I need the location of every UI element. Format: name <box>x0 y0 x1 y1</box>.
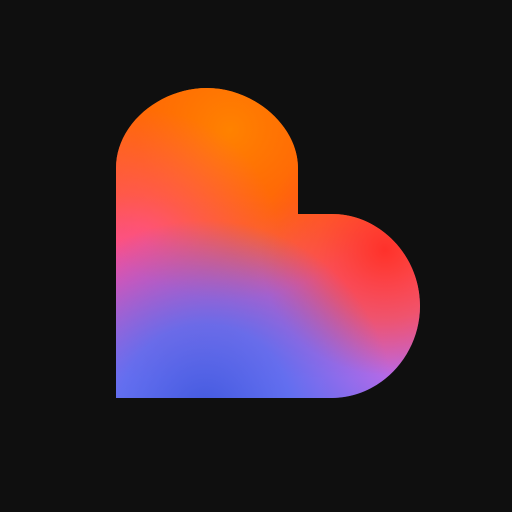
app-icon-canvas <box>0 0 512 512</box>
heart-logo-icon <box>116 88 420 398</box>
